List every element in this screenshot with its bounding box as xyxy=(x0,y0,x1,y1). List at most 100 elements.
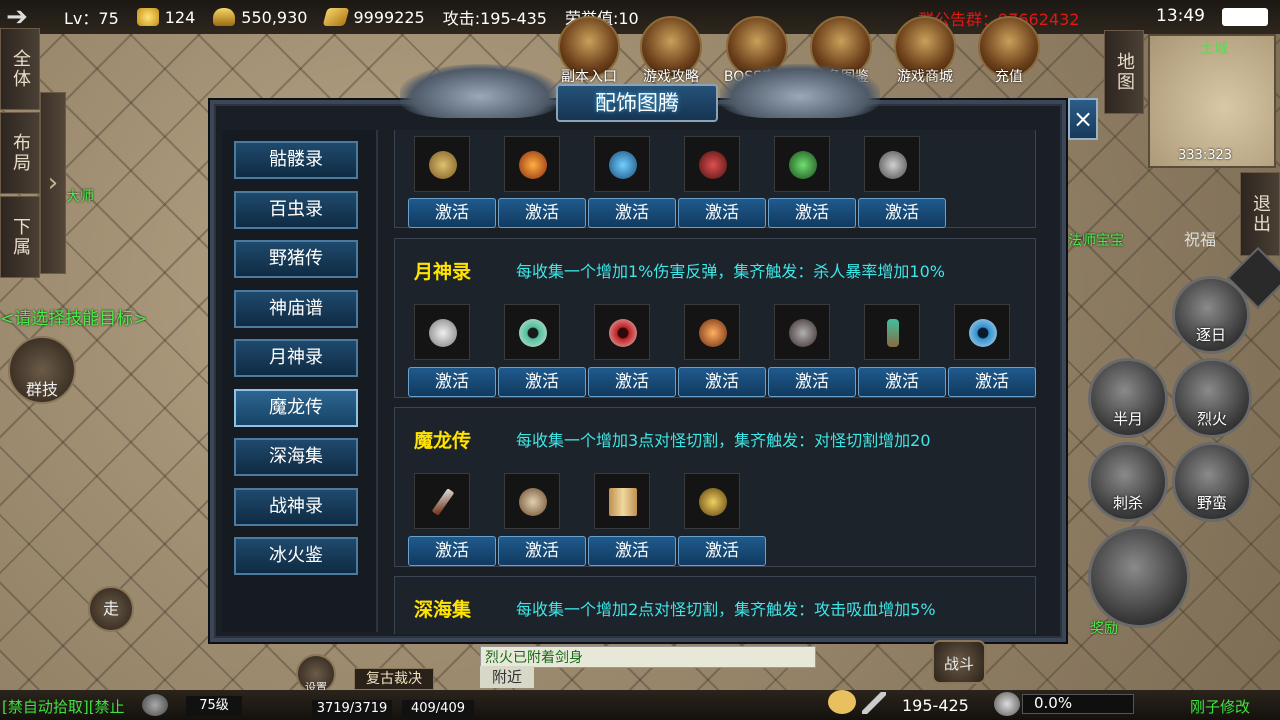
dagger-icon xyxy=(431,488,455,516)
auto-pickup-status[interactable]: [禁自动拾取][禁止 xyxy=(2,696,125,717)
close-button[interactable]: × xyxy=(1068,98,1098,140)
item-slot[interactable] xyxy=(864,304,920,360)
activate-button[interactable]: 激活 xyxy=(768,198,856,228)
green-eye-icon xyxy=(519,319,547,347)
walk-button[interactable]: 走 xyxy=(88,586,134,632)
item-slot[interactable] xyxy=(504,304,560,360)
gold-coins-icon xyxy=(136,8,159,26)
skill-assassinate-button[interactable]: 刺杀 xyxy=(1088,442,1168,522)
npc-label: 法师宝宝 xyxy=(1068,233,1124,249)
category-temple[interactable]: 神庙谱 xyxy=(234,290,358,328)
item-slot[interactable] xyxy=(594,304,650,360)
feature-label-dungeon: 副本入口 xyxy=(561,69,617,85)
ancient-decision-button[interactable]: 复古裁决 xyxy=(354,668,434,690)
attack-sword-button[interactable] xyxy=(1088,526,1190,628)
activate-button[interactable]: 激活 xyxy=(588,536,676,566)
map-button[interactable]: 地图 xyxy=(1104,30,1144,114)
hp-value: 3719/3719 xyxy=(312,700,392,718)
activate-button[interactable]: 激活 xyxy=(408,367,496,397)
activate-button[interactable]: 激活 xyxy=(498,536,586,566)
item-slot[interactable] xyxy=(504,473,560,529)
activate-button[interactable]: 激活 xyxy=(678,367,766,397)
experience-icon xyxy=(994,692,1020,716)
skill-chase-sun-button[interactable]: 逐日 xyxy=(1172,276,1250,354)
level-text: Lv：75 xyxy=(64,9,119,28)
item-slot[interactable] xyxy=(594,136,650,192)
battery-icon xyxy=(1222,8,1268,26)
item-slot[interactable] xyxy=(504,136,560,192)
item-slot[interactable] xyxy=(414,304,470,360)
category-wild-boar[interactable]: 野猪传 xyxy=(234,240,358,278)
category-demon-dragon[interactable]: 魔龙传 xyxy=(234,389,358,427)
item-slot[interactable] xyxy=(684,473,740,529)
sword-icon[interactable] xyxy=(862,692,886,714)
modifier-credit: 刚子修改 xyxy=(1190,698,1251,716)
category-deep-sea[interactable]: 深海集 xyxy=(234,438,358,476)
right-dragon-ornament xyxy=(720,64,880,118)
category-hundred-insects[interactable]: 百虫录 xyxy=(234,191,358,229)
activate-button[interactable]: 激活 xyxy=(408,536,496,566)
skill-label: 刺杀 xyxy=(1112,494,1143,512)
map-coordinates: 333:323 xyxy=(1178,148,1233,163)
settings-button[interactable]: 设置 xyxy=(296,654,336,694)
item-slot[interactable] xyxy=(864,136,920,192)
battle-label: 战斗 xyxy=(943,655,974,673)
fire-lantern-icon xyxy=(519,151,547,179)
activate-button[interactable]: 激活 xyxy=(588,367,676,397)
activate-button[interactable]: 激活 xyxy=(948,367,1036,397)
skill-half-moon-button[interactable]: 半月 xyxy=(1088,358,1168,438)
chat-channel-nearby[interactable]: 附近 xyxy=(480,666,534,688)
jade-sword-icon xyxy=(887,319,899,347)
side-expand-button[interactable]: › xyxy=(40,92,66,274)
gold-pendant-icon xyxy=(699,488,727,516)
bone-charm-icon xyxy=(519,488,547,516)
activate-button[interactable]: 激活 xyxy=(498,367,586,397)
experience-percent: 0.0% xyxy=(1034,694,1073,712)
category-moon-god[interactable]: 月神录 xyxy=(234,339,358,377)
spiked-orb-icon xyxy=(699,319,727,347)
skill-savage-button[interactable]: 野蛮 xyxy=(1172,442,1252,522)
item-slot[interactable] xyxy=(774,304,830,360)
category-skeleton[interactable]: 骷髅录 xyxy=(234,141,358,179)
category-war-god[interactable]: 战神录 xyxy=(234,488,358,526)
yuanbao-counter: 9999225 xyxy=(323,8,425,27)
skill-label: 烈火 xyxy=(1196,410,1227,428)
item-slot[interactable] xyxy=(684,304,740,360)
skill-blazing-fire-button[interactable]: 烈火 xyxy=(1172,358,1252,438)
activate-button[interactable]: 激活 xyxy=(408,198,496,228)
activate-button[interactable]: 激活 xyxy=(678,198,766,228)
item-slot[interactable] xyxy=(774,136,830,192)
player-coordinates: 195-425 xyxy=(902,696,969,715)
gold-value: 124 xyxy=(164,7,196,27)
item-slot[interactable] xyxy=(414,136,470,192)
chat-bubble-icon[interactable] xyxy=(828,690,856,714)
tab-subordinates[interactable]: 下属 xyxy=(0,196,40,278)
group-skill-button[interactable]: 群技 xyxy=(8,336,76,404)
exit-button[interactable]: 退出 xyxy=(1240,172,1280,256)
battle-button[interactable]: 战斗 xyxy=(932,640,986,684)
top-status-bar: ➔ Lv：75 124 550,930 9999225 攻击:195-435 荣… xyxy=(0,0,1280,34)
chat-box[interactable]: 烈火已附着剑身 xyxy=(480,646,816,668)
yuanbao-icon xyxy=(323,8,350,26)
item-slot[interactable] xyxy=(594,473,650,529)
activate-button[interactable]: 激活 xyxy=(858,367,946,397)
attack-stat: 攻击:195-435 xyxy=(443,5,547,29)
category-ice-fire[interactable]: 冰火鉴 xyxy=(234,537,358,575)
section-title: 深海集 xyxy=(414,599,472,621)
item-slot[interactable] xyxy=(954,304,1010,360)
activate-button[interactable]: 激活 xyxy=(768,367,856,397)
activate-button[interactable]: 激活 xyxy=(858,198,946,228)
feature-label-recharge: 充值 xyxy=(995,69,1023,85)
item-slot[interactable] xyxy=(684,136,740,192)
activate-button[interactable]: 激活 xyxy=(588,198,676,228)
green-gem-icon xyxy=(789,151,817,179)
level-badge-icon xyxy=(142,694,168,716)
activate-button[interactable]: 激活 xyxy=(498,198,586,228)
skill-label: 半月 xyxy=(1112,410,1143,428)
activate-button[interactable]: 激活 xyxy=(678,536,766,566)
player-level: Lv：75 xyxy=(64,5,119,29)
item-slot[interactable] xyxy=(414,473,470,529)
hand-mirror-icon xyxy=(429,319,457,347)
tab-layout[interactable]: 布局 xyxy=(0,112,40,194)
tab-all[interactable]: 全体 xyxy=(0,28,40,110)
